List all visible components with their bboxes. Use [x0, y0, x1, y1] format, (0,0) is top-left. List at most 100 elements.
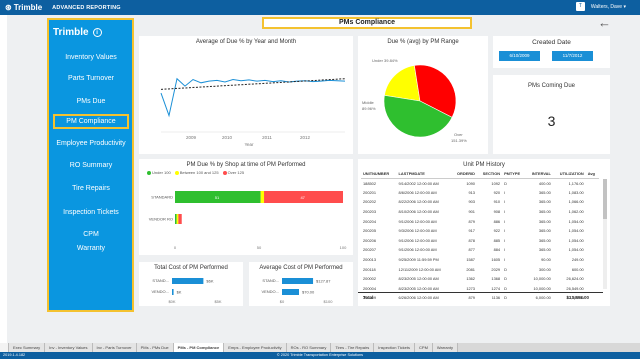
table-row[interactable]: 200002 8/23/2005 12:00:00 AM 1362 1368 D 10,0… [361, 274, 599, 284]
table-cell: 10,000.00 [533, 276, 551, 282]
sidebar-item-pm-compliance[interactable]: PM Compliance [53, 114, 129, 129]
sidebar-item-parts-turnover[interactable]: Parts Turnover [53, 71, 129, 86]
x-axis-title: Year [244, 142, 254, 147]
table-cell: 1,066.00 [568, 199, 584, 205]
table-row[interactable]: 200201 8/6/2006 12:00:00 AM 913 920 I 365.00 1… [361, 188, 599, 198]
column-header[interactable]: UNITNUMBER [361, 169, 397, 179]
table-cell: I [504, 237, 506, 243]
sidebar-logo-text: Trimble [53, 26, 89, 38]
table-row[interactable]: 200202 8/22/2006 12:00:00 AM 903 910 I 365.00… [361, 197, 599, 207]
brand-logo[interactable]: ⊛ Trimble [0, 3, 42, 12]
table-cell: 249.00 [571, 257, 584, 263]
sidebar-item-employee-productivity[interactable]: Employee Productivity [53, 136, 129, 151]
avg-cost-chart[interactable]: STAND... $127.87 VENDO... $70.00 $0 $100 [249, 272, 353, 306]
date-from-input[interactable]: 6/10/2009 [499, 51, 540, 61]
avatar[interactable]: T [575, 2, 585, 11]
table-cell: D [504, 266, 507, 272]
column-header[interactable]: LASTPMDATE [396, 169, 452, 179]
line-chart[interactable]: 2009 2010 2011 2012 Year [139, 46, 353, 154]
shop-bar-segment[interactable] [176, 214, 179, 224]
cost-bar[interactable] [172, 278, 204, 284]
back-arrow-icon[interactable]: ← [598, 16, 611, 29]
table-row[interactable]: 200013 9/25/2009 11:59:59 PM 1587 1605 I 90.0… [361, 255, 599, 265]
tab-pms-pm-compliance[interactable]: PMs - PM Compliance [173, 343, 225, 352]
table-row[interactable]: 2002129/1/2005 12:00:00 AM9251164D6,000.… [361, 303, 599, 306]
table-row[interactable]: 200205 9/3/2006 12:00:00 AM 917 922 I 365.00 1… [361, 226, 599, 236]
sidebar-item-pms-due[interactable]: PMs Due [53, 94, 129, 109]
table-cell: 200203 [363, 209, 376, 215]
tab-inspection-tickets[interactable]: Inspection Tickets [374, 343, 416, 352]
column-header[interactable]: PMTYPE [502, 169, 526, 179]
table-cell: 365.00 [538, 209, 551, 215]
table-row[interactable]: 200118 12/11/2009 12:00:00 AM 2081 2029 D 300… [361, 264, 599, 274]
legend-label: Over 125 [227, 170, 245, 175]
pie-label-under: Under 39.84% [372, 58, 398, 63]
copyright-text: © 2020 Trimble Transportation Enterprise… [276, 353, 364, 357]
user-menu[interactable]: Walters, Dave ▾ [591, 4, 626, 10]
tab-ros-ro-summary[interactable]: ROs - RO Summary [286, 343, 332, 352]
shop-chart-card: PM Due % by Shop at time of PM Performed… [139, 159, 353, 255]
page-title: PMs Compliance [262, 17, 472, 29]
sidebar-item-warranty[interactable]: Warranty [53, 241, 129, 256]
sidebar-item-inventory-values[interactable]: Inventory Values [53, 50, 129, 65]
table-scrollbar[interactable] [603, 179, 607, 289]
tab-pms-pms-due[interactable]: PMs - PMs Due [136, 343, 174, 352]
shop-bar-segment[interactable] [175, 214, 177, 224]
legend-item-over-125[interactable]: Over 125 [222, 170, 245, 175]
tab-tires-tire-repairs[interactable]: Tires - Tire Repairs [331, 343, 375, 352]
total-cost-chart[interactable]: STAND... $6K VENDO... $K$0K $5K [139, 272, 243, 306]
cost-bar[interactable] [282, 289, 299, 295]
table-cell: 200201 [363, 189, 376, 195]
table-row[interactable]: 200207 9/1/2006 12:00:00 AM 877 884 I 365.00 1… [361, 245, 599, 255]
table-cell: 2081 [466, 266, 475, 272]
sidebar-nav: Trimble i Inventory Values Parts Turnover… [47, 18, 134, 312]
info-icon[interactable]: i [92, 27, 102, 37]
table-cell: 908 [493, 209, 501, 215]
tab-nav-start[interactable] [0, 343, 9, 352]
tab-inv-inventory-values[interactable]: Inv - Inventory Values [45, 343, 93, 352]
tab-warranty[interactable]: Warranty [432, 343, 458, 352]
table-cell: 1,062.00 [568, 209, 584, 215]
table-row[interactable]: 200206 9/1/2006 12:00:00 AM 878 885 I 365.00 1… [361, 236, 599, 246]
table-cell: 600.00 [571, 266, 584, 272]
created-date-title: Created Date [532, 39, 571, 46]
legend-item-under-100[interactable]: Under 100 [147, 170, 171, 175]
table-row[interactable]: 200203 8/10/2006 12:00:00 AM 901 908 I 365.00… [361, 207, 599, 217]
shop-category-label: VENDOR RO [149, 217, 173, 222]
scrollbar-thumb[interactable] [603, 179, 607, 219]
column-header[interactable]: ORDERID [451, 169, 477, 179]
pie-slice-under[interactable] [384, 65, 421, 102]
line-chart-title: Average of Due % by Year and Month [195, 39, 297, 45]
table-cell: I [504, 199, 506, 205]
tab-emps-employee-productivity[interactable]: Emps - Employee Productivity [224, 343, 287, 352]
table-row[interactable]: 188502 9/14/2002 12:00:00 AM 1090 1092 D 400.… [361, 178, 599, 188]
shop-bar-segment[interactable] [260, 191, 265, 203]
table-cell: I [504, 257, 506, 263]
bar-data-label: $K [177, 290, 182, 295]
date-to-input[interactable]: 11/7/2012 [552, 51, 593, 61]
column-header[interactable]: SECTION [476, 169, 503, 179]
table-row[interactable]: 200204 9/1/2006 12:00:00 AM 879 886 I 365.00 1… [361, 216, 599, 226]
sidebar-item-cpm[interactable]: CPM [53, 227, 129, 242]
sidebar-item-tire-repairs[interactable]: Tire Repairs [53, 181, 129, 196]
sidebar-item-inspection-tickets[interactable]: Inspection Tickets [53, 205, 129, 220]
unit-pm-history-table: UNITNUMBER LASTPMDATE ORDERID SECTION PM… [361, 169, 599, 306]
cost-bar[interactable] [172, 289, 174, 295]
table-cell: 26,624.00 [566, 276, 584, 282]
column-header[interactable]: INTERVAL [525, 169, 553, 179]
tab-cpm[interactable]: CPM [415, 343, 433, 352]
table-cell: 1,176.00 [568, 180, 584, 186]
table-cell: 920 [493, 189, 501, 195]
column-header[interactable]: UTILIZATION [552, 169, 586, 179]
sidebar-item-ro-summary[interactable]: RO Summary [53, 158, 129, 173]
shop-bar-segment[interactable] [178, 214, 182, 224]
legend-item-between[interactable]: Between 100 and 125 [174, 170, 219, 175]
column-header[interactable]: Avg [585, 169, 599, 179]
table-cell: 917 [468, 228, 475, 234]
left-rail [0, 15, 7, 343]
tab-exec-summary[interactable]: Exec Summary [9, 343, 46, 352]
cost-bar[interactable] [282, 278, 314, 284]
shop-bar-chart[interactable]: STANDARD VENDOR RO 51 47 0 50 100 [139, 177, 353, 255]
tab-inv-parts-turnover[interactable]: Inv - Parts Turnover [92, 343, 137, 352]
table-cell: 300.00 [538, 266, 551, 272]
